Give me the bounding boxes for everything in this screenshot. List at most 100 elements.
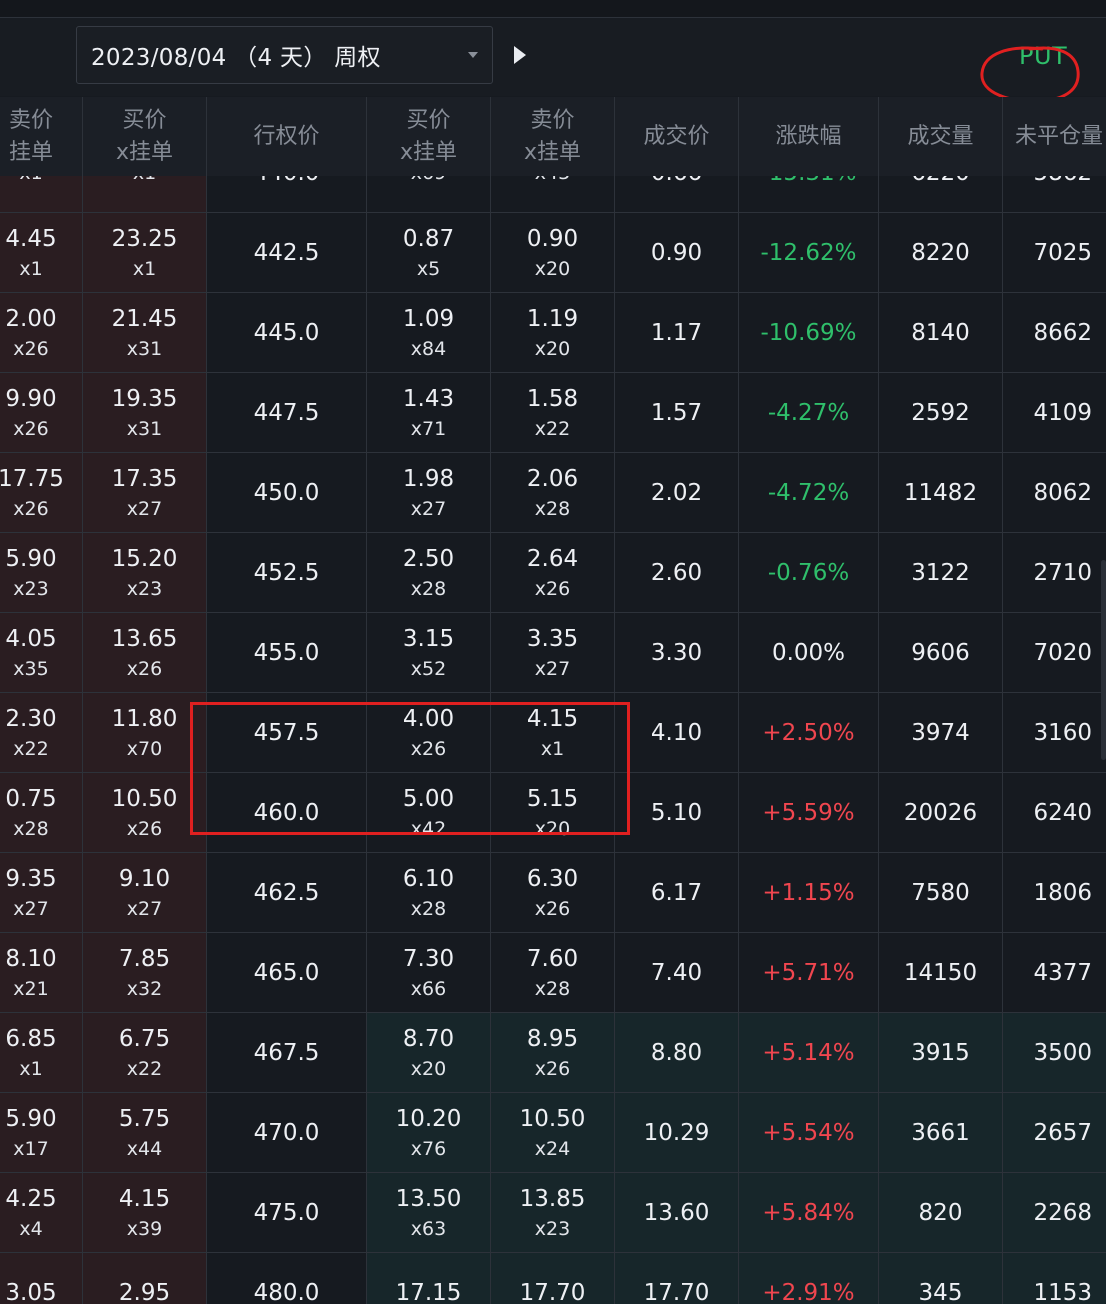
cell-volume[interactable]: 6220 — [878, 176, 1002, 213]
cell-open-interest[interactable]: 8662 — [1002, 293, 1106, 373]
cell-last[interactable]: 2.02 — [614, 453, 738, 533]
cell-put-ask[interactable]: 5.15 x20 — [490, 773, 614, 853]
table-row[interactable]: 2.30 x22 11.80 x70 457.5 4.00 x26 4.15 x1 4.10 +2.… — [0, 693, 1106, 773]
cell-last[interactable]: 6.17 — [614, 853, 738, 933]
table-row[interactable]: 4.45 x1 23.25 x1 442.5 0.87 x5 0.90 x20 0.90 -12.6… — [0, 213, 1106, 293]
cell-put-bid[interactable]: 4.00 x26 — [366, 693, 490, 773]
cell-call-bid[interactable]: 11.80 x70 — [82, 693, 206, 773]
cell-call-ask[interactable]: 4.45 x1 — [0, 213, 82, 293]
cell-call-bid[interactable]: x1 — [82, 176, 206, 213]
cell-change[interactable]: +5.84% — [738, 1173, 878, 1253]
cell-put-ask[interactable]: 1.58 x22 — [490, 373, 614, 453]
cell-put-ask[interactable]: 0.90 x20 — [490, 213, 614, 293]
cell-last[interactable]: 5.10 — [614, 773, 738, 853]
table-row[interactable]: 2.00 x26 21.45 x31 445.0 1.09 x84 1.19 x20 1.17 -1… — [0, 293, 1106, 373]
cell-call-bid[interactable]: 2.95 — [82, 1253, 206, 1304]
cell-open-interest[interactable]: 7020 — [1002, 613, 1106, 693]
cell-call-ask[interactable]: 4.05 x35 — [0, 613, 82, 693]
cell-change[interactable]: +5.14% — [738, 1013, 878, 1093]
scrollbar[interactable] — [1101, 560, 1106, 760]
cell-volume[interactable]: 345 — [878, 1253, 1002, 1304]
cell-open-interest[interactable]: 3500 — [1002, 1013, 1106, 1093]
cell-call-bid[interactable]: 17.35 x27 — [82, 453, 206, 533]
cell-change[interactable]: +5.71% — [738, 933, 878, 1013]
cell-put-ask[interactable]: 13.85 x23 — [490, 1173, 614, 1253]
header-put-bid[interactable]: 买价 x挂单 — [366, 97, 490, 176]
table-row[interactable]: 17.75 x26 17.35 x27 450.0 1.98 x27 2.06 x28 2.02 -… — [0, 453, 1106, 533]
cell-open-interest[interactable]: 6240 — [1002, 773, 1106, 853]
cell-call-bid[interactable]: 9.10 x27 — [82, 853, 206, 933]
cell-call-ask[interactable]: 17.75 x26 — [0, 453, 82, 533]
cell-volume[interactable]: 3915 — [878, 1013, 1002, 1093]
cell-last[interactable]: 0.90 — [614, 213, 738, 293]
cell-put-bid[interactable]: 1.43 x71 — [366, 373, 490, 453]
header-strike[interactable]: 行权价 — [206, 97, 366, 176]
cell-change[interactable]: +5.54% — [738, 1093, 878, 1173]
cell-put-bid[interactable]: 6.10 x28 — [366, 853, 490, 933]
cell-put-ask[interactable]: 2.64 x26 — [490, 533, 614, 613]
cell-open-interest[interactable]: 2710 — [1002, 533, 1106, 613]
cell-open-interest[interactable]: 1806 — [1002, 853, 1106, 933]
header-open-interest[interactable]: 未平仓量 — [1002, 97, 1106, 176]
cell-put-ask[interactable]: 7.60 x28 — [490, 933, 614, 1013]
header-last[interactable]: 成交价 — [614, 97, 738, 176]
cell-change[interactable]: +2.50% — [738, 693, 878, 773]
cell-change[interactable]: -0.76% — [738, 533, 878, 613]
cell-change[interactable]: -4.27% — [738, 373, 878, 453]
cell-call-ask[interactable]: 8.10 x21 — [0, 933, 82, 1013]
cell-strike[interactable]: 475.0 — [206, 1173, 366, 1253]
play-icon[interactable] — [514, 46, 526, 64]
cell-open-interest[interactable]: 1153 — [1002, 1253, 1106, 1304]
cell-open-interest[interactable]: 8062 — [1002, 453, 1106, 533]
table-row[interactable]: 4.05 x35 13.65 x26 455.0 3.15 x52 3.35 x27 3.30 0.… — [0, 613, 1106, 693]
table-row[interactable]: x1 x1 440.0 x69 x43 0.66 -15.31% 6220 5862 — [0, 176, 1106, 213]
cell-volume[interactable]: 7580 — [878, 853, 1002, 933]
cell-call-ask[interactable]: 0.75 x28 — [0, 773, 82, 853]
cell-call-ask[interactable]: 2.30 x22 — [0, 693, 82, 773]
cell-put-bid[interactable]: 8.70 x20 — [366, 1013, 490, 1093]
cell-call-ask[interactable]: 5.90 x17 — [0, 1093, 82, 1173]
cell-put-bid[interactable]: 10.20 x76 — [366, 1093, 490, 1173]
cell-strike[interactable]: 462.5 — [206, 853, 366, 933]
cell-last[interactable]: 0.66 — [614, 176, 738, 213]
cell-put-ask[interactable]: 3.35 x27 — [490, 613, 614, 693]
cell-call-ask[interactable]: 4.25 x4 — [0, 1173, 82, 1253]
cell-put-bid[interactable]: 17.15 — [366, 1253, 490, 1304]
cell-strike[interactable]: 470.0 — [206, 1093, 366, 1173]
cell-strike[interactable]: 457.5 — [206, 693, 366, 773]
cell-change[interactable]: -12.62% — [738, 213, 878, 293]
cell-put-bid[interactable]: x69 — [366, 176, 490, 213]
cell-volume[interactable]: 820 — [878, 1173, 1002, 1253]
cell-call-ask[interactable]: x1 — [0, 176, 82, 213]
cell-change[interactable]: -15.31% — [738, 176, 878, 213]
table-row[interactable]: 5.90 x23 15.20 x23 452.5 2.50 x28 2.64 x26 2.60 -0… — [0, 533, 1106, 613]
cell-strike[interactable]: 452.5 — [206, 533, 366, 613]
table-row[interactable]: 9.90 x26 19.35 x31 447.5 1.43 x71 1.58 x22 1.57 -4… — [0, 373, 1106, 453]
cell-call-bid[interactable]: 13.65 x26 — [82, 613, 206, 693]
cell-put-ask[interactable]: 6.30 x26 — [490, 853, 614, 933]
header-call-bid[interactable]: 买价 x挂单 — [82, 97, 206, 176]
cell-change[interactable]: +1.15% — [738, 853, 878, 933]
cell-open-interest[interactable]: 3160 — [1002, 693, 1106, 773]
table-row[interactable]: 3.05 2.95 480.0 17.15 17.70 17.70 +2.91% 345 115… — [0, 1253, 1106, 1304]
cell-strike[interactable]: 455.0 — [206, 613, 366, 693]
cell-strike[interactable]: 447.5 — [206, 373, 366, 453]
cell-call-ask[interactable]: 6.85 x1 — [0, 1013, 82, 1093]
cell-change[interactable]: +5.59% — [738, 773, 878, 853]
cell-volume[interactable]: 3122 — [878, 533, 1002, 613]
table-row[interactable]: 4.25 x4 4.15 x39 475.0 13.50 x63 13.85 x23 13.60 +… — [0, 1173, 1106, 1253]
cell-call-bid[interactable]: 19.35 x31 — [82, 373, 206, 453]
cell-open-interest[interactable]: 4109 — [1002, 373, 1106, 453]
cell-put-bid[interactable]: 13.50 x63 — [366, 1173, 490, 1253]
cell-last[interactable]: 1.17 — [614, 293, 738, 373]
cell-last[interactable]: 7.40 — [614, 933, 738, 1013]
cell-strike[interactable]: 460.0 — [206, 773, 366, 853]
cell-last[interactable]: 13.60 — [614, 1173, 738, 1253]
cell-put-bid[interactable]: 3.15 x52 — [366, 613, 490, 693]
cell-call-bid[interactable]: 15.20 x23 — [82, 533, 206, 613]
cell-open-interest[interactable]: 2657 — [1002, 1093, 1106, 1173]
cell-call-ask[interactable]: 2.00 x26 — [0, 293, 82, 373]
cell-volume[interactable]: 8220 — [878, 213, 1002, 293]
cell-last[interactable]: 1.57 — [614, 373, 738, 453]
cell-volume[interactable]: 9606 — [878, 613, 1002, 693]
